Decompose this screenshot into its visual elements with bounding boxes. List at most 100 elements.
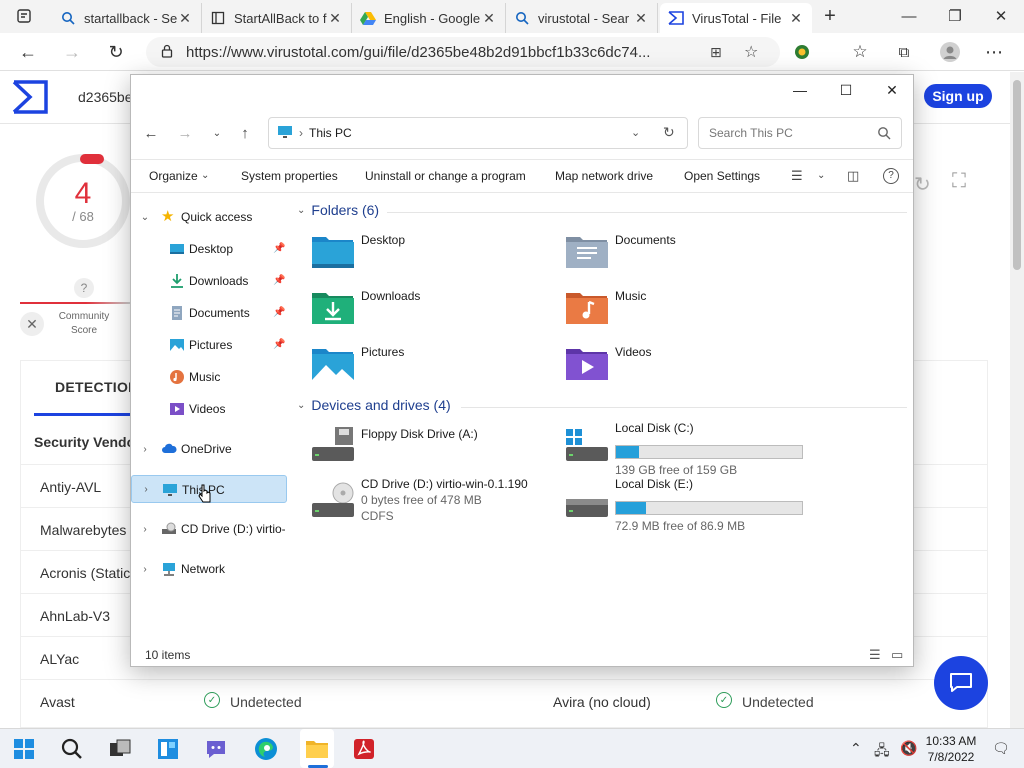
- preview-pane-icon[interactable]: ◫: [847, 168, 859, 184]
- maximize-button[interactable]: ☐: [823, 75, 869, 105]
- file-explorer-button[interactable]: [303, 735, 331, 763]
- folder-documents[interactable]: Documents: [565, 231, 815, 281]
- nav-videos[interactable]: Videos: [131, 395, 287, 423]
- recent-locations-chevron-icon[interactable]: ⌄: [205, 123, 229, 143]
- chat-button[interactable]: [934, 656, 988, 710]
- collections-icon[interactable]: ⧉: [890, 38, 918, 66]
- refresh-icon[interactable]: ↻: [663, 124, 675, 141]
- start-button[interactable]: [10, 735, 38, 763]
- page-scrollbar[interactable]: [1010, 72, 1024, 728]
- drive-c[interactable]: Local Disk (C:) 139 GB free of 159 GB: [565, 421, 815, 477]
- favorites-icon[interactable]: ☆: [846, 38, 874, 66]
- tab-detection[interactable]: DETECTION: [55, 379, 139, 395]
- more-menu-icon[interactable]: ⋯: [980, 38, 1008, 66]
- nav-onedrive[interactable]: › OneDrive: [131, 435, 287, 463]
- nav-cd-drive[interactable]: › CD Drive (D:) virtio-w: [131, 515, 287, 543]
- close-icon[interactable]: ✕: [327, 10, 343, 27]
- taskbar-clock[interactable]: 10:33 AM 7/8/2022: [924, 733, 978, 765]
- edge-button[interactable]: [252, 735, 280, 763]
- tab-startallback-search[interactable]: startallback - Se ✕: [52, 3, 202, 33]
- chevron-down-icon[interactable]: ⌄: [817, 170, 825, 181]
- profile-avatar[interactable]: [936, 38, 964, 66]
- devices-group-header[interactable]: ⌄ Devices and drives (4): [297, 397, 451, 413]
- uninstall-program-button[interactable]: Uninstall or change a program: [365, 169, 526, 183]
- close-window-button[interactable]: ✕: [978, 0, 1024, 32]
- favorite-add-icon[interactable]: ☆: [744, 42, 758, 62]
- tab-startallback-page[interactable]: StartAllBack to fi ✕: [202, 3, 352, 33]
- nav-network[interactable]: › Network: [131, 555, 287, 583]
- task-view-button[interactable]: [106, 735, 134, 763]
- community-question-icon[interactable]: ?: [74, 278, 94, 298]
- chevron-right-icon[interactable]: ›: [140, 484, 152, 495]
- explorer-address-bar[interactable]: › This PC ⌄ ↻: [268, 117, 688, 149]
- nav-desktop[interactable]: Desktop 📌: [131, 235, 287, 263]
- folder-desktop[interactable]: Desktop: [311, 231, 561, 281]
- forward-button[interactable]: →: [58, 38, 86, 66]
- forward-button[interactable]: →: [173, 123, 197, 143]
- system-properties-button[interactable]: System properties: [241, 169, 338, 183]
- tab-virustotal-search[interactable]: virustotal - Sear ✕: [506, 3, 658, 33]
- reanalyze-icon[interactable]: ↻: [914, 172, 931, 197]
- nav-downloads[interactable]: Downloads 📌: [131, 267, 287, 295]
- view-options-icon[interactable]: ☰: [791, 168, 803, 184]
- close-icon[interactable]: ✕: [177, 10, 193, 27]
- folders-group-header[interactable]: ⌄ Folders (6): [297, 202, 379, 218]
- explorer-title-bar[interactable]: — ☐ ✕: [131, 75, 913, 107]
- tab-google-drive[interactable]: English - Google ✕: [352, 3, 506, 33]
- acrobat-button[interactable]: [350, 735, 378, 763]
- drive-e[interactable]: Local Disk (E:) 72.9 MB free of 86.9 MB: [565, 477, 815, 533]
- volume-muted-icon[interactable]: 🔇: [900, 740, 917, 757]
- chevron-down-icon[interactable]: ⌄: [631, 126, 640, 139]
- widgets-button[interactable]: [154, 735, 182, 763]
- organize-menu[interactable]: Organize: [149, 169, 198, 183]
- drive-floppy[interactable]: Floppy Disk Drive (A:): [311, 425, 561, 465]
- restore-button[interactable]: ❐: [932, 0, 978, 32]
- address-bar[interactable]: https://www.virustotal.com/gui/file/d236…: [146, 37, 780, 67]
- minimize-button[interactable]: —: [886, 0, 932, 32]
- back-button[interactable]: ←: [139, 123, 163, 143]
- app-available-icon[interactable]: ⊞: [710, 44, 722, 61]
- virustotal-logo[interactable]: [10, 79, 50, 115]
- network-icon[interactable]: 🖧: [874, 740, 890, 764]
- similar-icon[interactable]: ⛶: [952, 170, 966, 193]
- nav-quick-access[interactable]: ⌄ ★ Quick access: [131, 203, 287, 231]
- breadcrumb[interactable]: This PC: [309, 126, 352, 140]
- tab-actions-icon[interactable]: [10, 2, 38, 30]
- close-icon[interactable]: ✕: [788, 10, 804, 27]
- folder-music[interactable]: Music: [565, 287, 815, 337]
- close-icon[interactable]: ✕: [20, 312, 44, 336]
- chevron-right-icon[interactable]: ›: [139, 524, 151, 535]
- chevron-right-icon[interactable]: ›: [139, 444, 151, 455]
- folder-downloads[interactable]: Downloads: [311, 287, 561, 337]
- search-icon[interactable]: [877, 126, 891, 143]
- back-button[interactable]: ←: [14, 38, 42, 66]
- chevron-down-icon[interactable]: ⌄: [201, 170, 209, 181]
- chevron-down-icon[interactable]: ⌄: [139, 212, 151, 223]
- chevron-up-icon[interactable]: ⌃: [850, 740, 862, 757]
- new-tab-button[interactable]: +: [816, 2, 844, 30]
- nav-documents[interactable]: Documents 📌: [131, 299, 287, 327]
- reload-button[interactable]: ↻: [102, 38, 130, 66]
- up-button[interactable]: ↑: [233, 123, 257, 143]
- details-view-icon[interactable]: ☰: [869, 647, 881, 663]
- chat-app-button[interactable]: [202, 735, 230, 763]
- help-icon[interactable]: ?: [883, 168, 899, 184]
- notifications-icon[interactable]: 🗨: [992, 740, 1010, 757]
- folder-videos[interactable]: Videos: [565, 343, 815, 393]
- nav-this-pc[interactable]: › This PC: [131, 475, 287, 503]
- close-icon[interactable]: ✕: [633, 10, 649, 27]
- map-network-drive-button[interactable]: Map network drive: [555, 169, 653, 183]
- close-icon[interactable]: ✕: [481, 10, 497, 27]
- extension-icon[interactable]: [788, 38, 816, 66]
- tiles-view-icon[interactable]: ▭: [891, 647, 903, 663]
- chevron-right-icon[interactable]: ›: [139, 564, 151, 575]
- folder-pictures[interactable]: Pictures: [311, 343, 561, 393]
- nav-music[interactable]: Music: [131, 363, 287, 391]
- tab-virustotal-file[interactable]: VirusTotal - File ✕: [660, 3, 812, 33]
- explorer-search-input[interactable]: Search This PC: [698, 117, 902, 149]
- nav-pictures[interactable]: Pictures 📌: [131, 331, 287, 359]
- scrollbar-thumb[interactable]: [1013, 80, 1021, 270]
- minimize-button[interactable]: —: [777, 75, 823, 105]
- sign-up-button[interactable]: Sign up: [924, 84, 992, 108]
- open-settings-button[interactable]: Open Settings: [684, 169, 760, 183]
